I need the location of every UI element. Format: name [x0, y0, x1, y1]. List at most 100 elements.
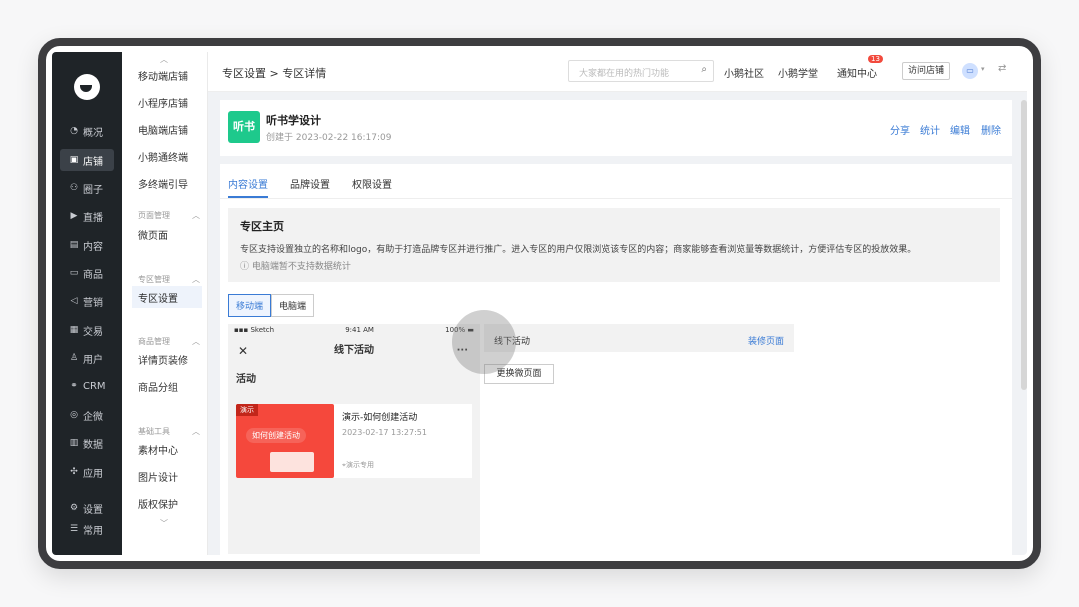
zone-logo: 听书 — [228, 111, 260, 143]
app-screen: ◔ 概况 ▣ 店铺 ⚇ 圈子 ▶ 直播 ▤ 内容 ▭ 商品 ◁ 营销 ▦ 交易 ♙ 用户 ⚭ CRM ◎ 企微 ▥ 数据 ✣ 应用… — [52, 52, 1027, 555]
nav-item-label: 营销 — [83, 297, 103, 309]
group-zone-management[interactable]: 专区管理 ︿ — [138, 274, 200, 285]
chevron-up-icon: ︿ — [192, 337, 200, 346]
list-icon: ☰ — [69, 524, 79, 534]
tab-bar: 内容设置 品牌设置 权限设置 — [228, 176, 392, 198]
decorate-page-link[interactable]: 装修页面 — [748, 334, 784, 347]
avatar[interactable]: ▭ — [962, 63, 978, 79]
activity-date: 2023-02-17 13:27:51 — [342, 428, 427, 437]
nav-item-8[interactable]: ♙ 用户 — [60, 347, 114, 369]
crm-icon: ⚭ — [70, 381, 78, 391]
nav-item-label: 交易 — [83, 326, 103, 338]
chevron-up-icon: ︿ — [192, 427, 200, 436]
activity-location: ⌖演示专用 — [342, 461, 374, 469]
nav-item-6[interactable]: ◁ 营销 — [60, 290, 114, 312]
scrollbar[interactable] — [1021, 100, 1027, 390]
search-icon[interactable]: ⌕ — [701, 64, 707, 75]
thumbnail-caption: 如何创建活动 — [246, 428, 306, 443]
community-link[interactable]: 小鹅社区 — [724, 65, 764, 80]
nav-item-label: 企微 — [83, 411, 103, 423]
chart-pie-icon: ◔ — [70, 126, 78, 136]
search-input[interactable]: 大家都在用的热门功能 ⌕ — [568, 60, 714, 82]
nav-item-label: 内容 — [83, 241, 103, 253]
phone-time: 9:41 AM — [345, 326, 374, 334]
nav-item-label: 数据 — [83, 439, 103, 451]
nav-item-mobile-store[interactable]: 移动端店铺 — [132, 64, 202, 86]
nav-item-detail-decoration[interactable]: 详情页装修 — [132, 348, 202, 370]
demo-tag: 演示 — [236, 404, 258, 416]
nav-item-label: 应用 — [83, 468, 103, 480]
school-link[interactable]: 小鹅学堂 — [778, 65, 818, 80]
nav-item-1[interactable]: ▣ 店铺 — [60, 149, 114, 171]
document-icon — [270, 452, 314, 472]
segment-pc[interactable]: 电脑端 — [271, 294, 315, 317]
info-icon: ⓘ — [240, 262, 252, 272]
delete-link[interactable]: 删除 — [981, 122, 1001, 137]
nav-item-12[interactable]: ✣ 应用 — [60, 461, 114, 483]
nav-item-14[interactable]: ☰ 常用 — [60, 518, 114, 540]
switch-icon[interactable]: ⇄ — [998, 63, 1006, 74]
activity-name: 演示-如何创建活动 — [342, 413, 418, 423]
nav-item-label: 店铺 — [83, 156, 103, 168]
nav-item-zone-settings[interactable]: 专区设置 — [132, 286, 202, 308]
edit-link[interactable]: 编辑 — [950, 122, 970, 137]
store-icon: ▣ — [69, 155, 79, 165]
phone-section-title: 活动 — [236, 374, 256, 385]
nav-item-copyright[interactable]: 版权保护 — [132, 492, 202, 514]
content-panel: 内容设置 品牌设置 权限设置 专区主页 专区支持设置独立的名称和logo，有助于… — [220, 164, 1012, 555]
nav-item-image-design[interactable]: 图片设计 — [132, 465, 202, 487]
tab-content-settings[interactable]: 内容设置 — [228, 176, 268, 198]
tab-brand-settings[interactable]: 品牌设置 — [290, 176, 330, 198]
nav-item-9[interactable]: ⚭ CRM — [60, 375, 114, 397]
info-note: ⓘ 电脑端暂不支持数据统计 — [240, 262, 351, 272]
group-goods-management[interactable]: 商品管理 ︿ — [138, 336, 200, 347]
nav-item-5[interactable]: ▭ 商品 — [60, 262, 114, 284]
gear-icon: ⚙ — [69, 503, 79, 513]
chevron-up-icon: ︿ — [192, 211, 200, 220]
top-bar: 专区设置 > 专区详情 大家都在用的热门功能 ⌕ 小鹅社区 小鹅学堂 通知中心 … — [208, 52, 1027, 92]
nav-item-7[interactable]: ▦ 交易 — [60, 319, 114, 341]
nav-item-0[interactable]: ◔ 概况 — [60, 120, 114, 142]
nav-item-11[interactable]: ▥ 数据 — [60, 432, 114, 454]
group-page-management[interactable]: 页面管理 ︿ — [138, 210, 200, 221]
micro-page-row: 线下活动 装修页面 — [484, 324, 794, 352]
app-logo-icon — [74, 74, 100, 100]
notification-center-link[interactable]: 通知中心 — [837, 65, 877, 80]
nav-item-pc-store[interactable]: 电脑端店铺 — [132, 118, 202, 140]
nav-item-2[interactable]: ⚇ 圈子 — [60, 177, 114, 199]
nav-item-label: 商品 — [83, 269, 103, 281]
group-basic-tools[interactable]: 基础工具 ︿ — [138, 426, 200, 437]
nav-item-3[interactable]: ▶ 直播 — [60, 205, 114, 227]
content-icon: ▤ — [69, 240, 79, 250]
tab-permission-settings[interactable]: 权限设置 — [352, 176, 392, 198]
phone-title-bar: ✕ 线下活动 ··· — [228, 338, 480, 364]
share-link[interactable]: 分享 — [890, 122, 910, 137]
nav-item-material-center[interactable]: 素材中心 — [132, 438, 202, 460]
chevron-up-icon: ︿ — [192, 275, 200, 284]
nav-item-10[interactable]: ◎ 企微 — [60, 404, 114, 426]
close-icon[interactable]: ✕ — [238, 338, 248, 364]
activity-card[interactable]: 演示 如何创建活动 演示-如何创建活动 2023-02-17 13:27:51 … — [236, 404, 472, 478]
visit-store-button[interactable]: 访问店铺 — [902, 62, 950, 80]
phone-page-title: 线下活动 — [334, 345, 374, 356]
stats-link[interactable]: 统计 — [920, 122, 940, 137]
nav-item-13[interactable]: ⚙ 设置 — [60, 497, 114, 519]
nav-item-multi-guide[interactable]: 多终端引导 — [132, 172, 202, 194]
nav-item-label: 概况 — [83, 127, 103, 139]
nav-item-goods-group[interactable]: 商品分组 — [132, 375, 202, 397]
apps-icon: ✣ — [70, 467, 78, 477]
breadcrumb: 专区设置 > 专区详情 — [222, 67, 327, 80]
segment-mobile[interactable]: 移动端 — [228, 294, 272, 317]
nav-item-label: CRM — [83, 380, 106, 392]
chevron-down-icon[interactable]: ▾ — [981, 65, 985, 73]
info-box: 专区主页 专区支持设置独立的名称和logo，有助于打造品牌专区并进行推广。进入专… — [228, 208, 1000, 282]
chevron-down-icon[interactable]: ﹀ — [160, 518, 168, 529]
info-title: 专区主页 — [240, 220, 284, 233]
nav-item-terminal[interactable]: 小鹅通终端 — [132, 145, 202, 167]
nav-item-micro-page[interactable]: 微页面 — [132, 223, 202, 245]
nav-item-4[interactable]: ▤ 内容 — [60, 234, 114, 256]
goods-icon: ▭ — [69, 268, 79, 278]
nav-item-miniprogram-store[interactable]: 小程序店铺 — [132, 91, 202, 113]
wecom-icon: ◎ — [70, 410, 78, 420]
megaphone-icon: ◁ — [70, 296, 78, 306]
